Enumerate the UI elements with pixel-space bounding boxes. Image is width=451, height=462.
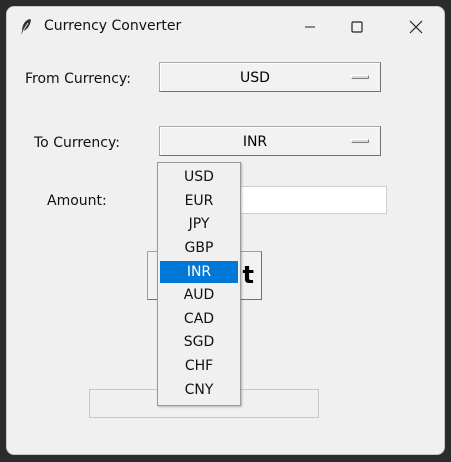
to-currency-label: To Currency:: [34, 135, 120, 151]
minimize-icon: [305, 26, 315, 28]
from-currency-label: From Currency:: [25, 71, 131, 87]
amount-label: Amount:: [47, 193, 107, 209]
maximize-icon: [351, 21, 363, 33]
currency-dropdown-menu[interactable]: USD EUR JPY GBP INR AUD CAD SGD CHF CNY: [157, 162, 241, 406]
from-currency-select[interactable]: USD: [159, 62, 381, 92]
to-currency-select[interactable]: INR: [159, 126, 381, 156]
to-currency-value: INR: [242, 134, 268, 150]
dropdown-option-jpy[interactable]: JPY: [160, 213, 238, 235]
tk-feather-icon: [21, 19, 31, 35]
dropdown-option-aud[interactable]: AUD: [160, 284, 238, 306]
convert-button-label: t: [242, 261, 254, 289]
dropdown-option-usd[interactable]: USD: [160, 166, 238, 188]
title-bar[interactable]: Currency Converter: [7, 7, 444, 47]
maximize-button[interactable]: [334, 7, 380, 47]
dropdown-option-chf[interactable]: CHF: [160, 355, 238, 377]
option-indicator-icon: [351, 139, 369, 143]
dropdown-option-eur[interactable]: EUR: [160, 190, 238, 212]
minimize-button[interactable]: [287, 7, 333, 47]
dropdown-option-sgd[interactable]: SGD: [160, 331, 238, 353]
close-button[interactable]: [393, 7, 439, 47]
option-indicator-icon: [351, 75, 369, 79]
window-title: Currency Converter: [44, 18, 182, 34]
dropdown-option-cad[interactable]: CAD: [160, 308, 238, 330]
close-icon: [409, 20, 423, 34]
from-currency-value: USD: [240, 70, 270, 86]
dropdown-option-gbp[interactable]: GBP: [160, 237, 238, 259]
dropdown-option-inr[interactable]: INR: [160, 261, 238, 283]
dropdown-option-cny[interactable]: CNY: [160, 379, 238, 401]
amount-input[interactable]: [240, 186, 387, 214]
app-window: Currency Converter From Currency: USD To…: [6, 6, 445, 455]
